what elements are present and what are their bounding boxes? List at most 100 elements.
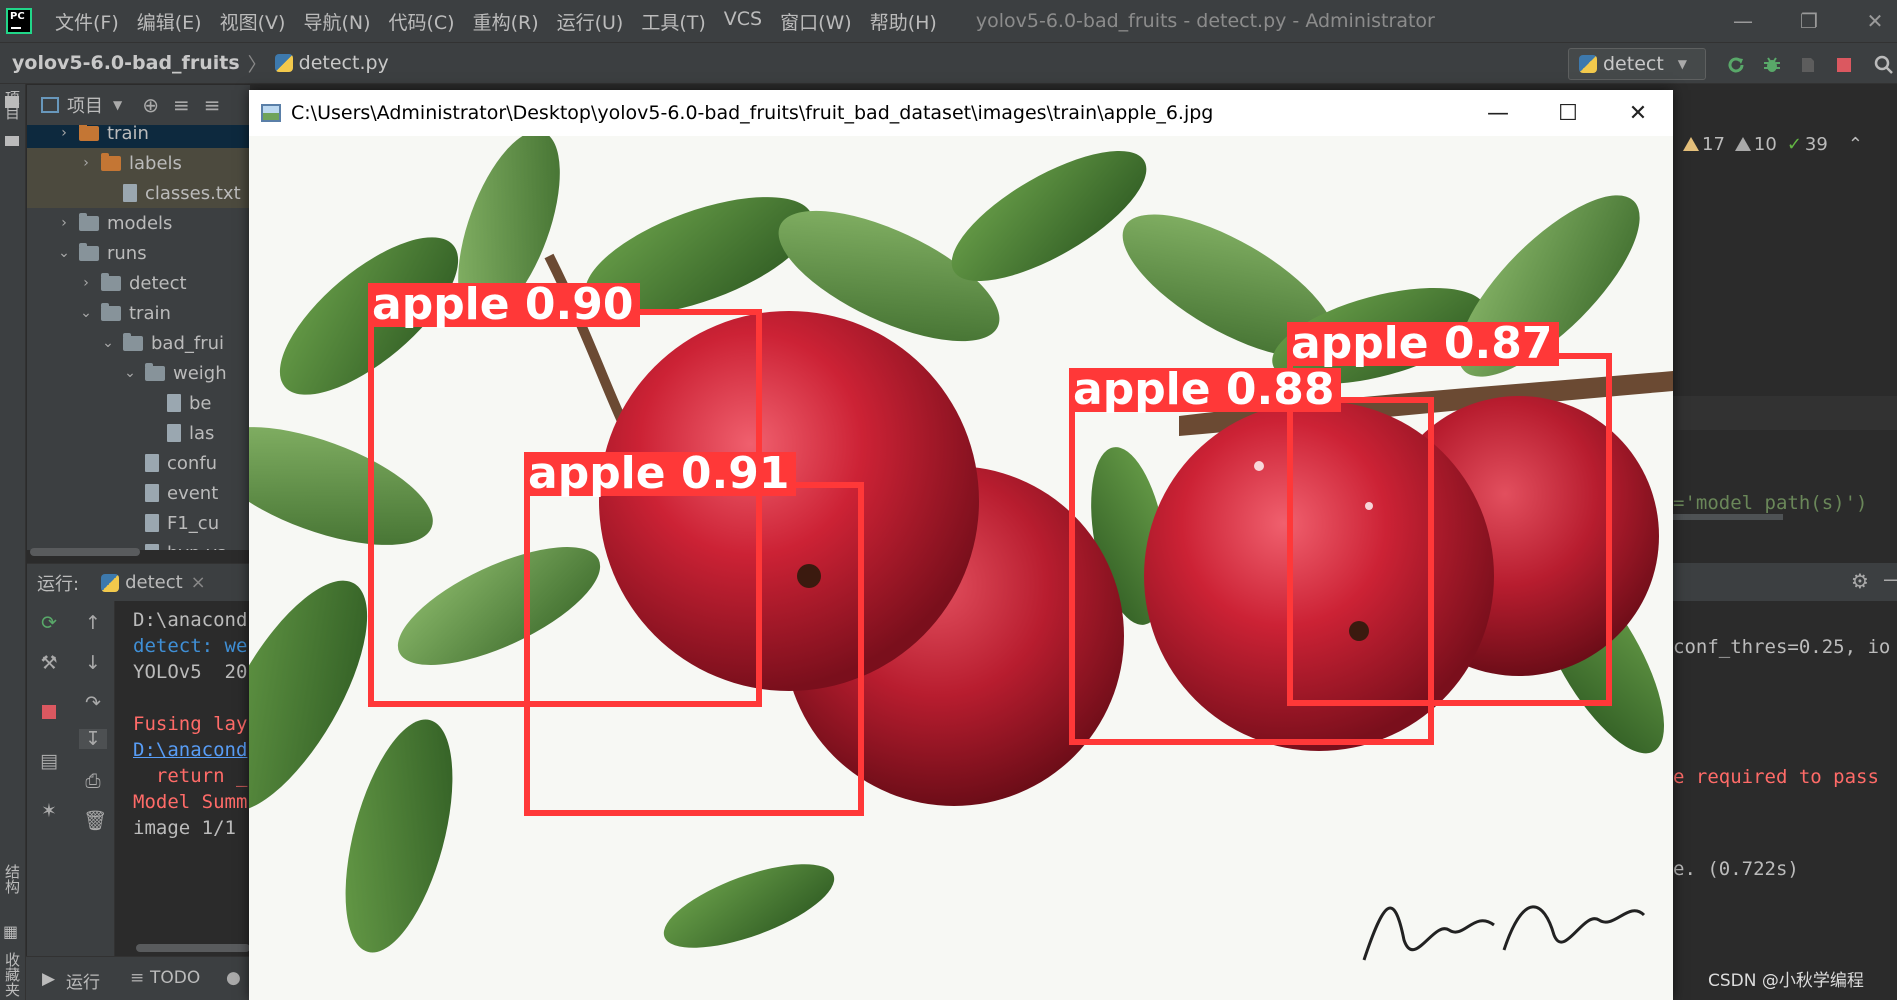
tree-item[interactable]: ⌄ train [27, 298, 250, 328]
weak-warning-icon [1734, 137, 1751, 151]
menu-item[interactable]: 文件(F) [46, 8, 128, 35]
run-tool-icon: ▶ [42, 969, 56, 989]
structure-tool-tab[interactable]: 结构 [2, 864, 23, 894]
close-tab-icon[interactable]: × [191, 572, 206, 593]
tree-item-label: las [189, 422, 215, 444]
breadcrumb-file[interactable]: detect.py [299, 52, 389, 74]
console-line-right: conf_thres=0.25, io [1673, 636, 1891, 658]
tree-item[interactable]: › detect [27, 268, 250, 298]
chevron-down-icon[interactable]: ⌄ [101, 335, 115, 351]
file-icon [145, 454, 159, 472]
image-window-titlebar[interactable]: C:\Users\Administrator\Desktop\yolov5-6.… [249, 90, 1673, 136]
menu-item[interactable]: 编辑(E) [128, 8, 211, 35]
locate-icon[interactable]: ⊕ [142, 93, 159, 117]
chevron-up-icon[interactable]: ⌃ [1848, 134, 1863, 155]
gear-icon[interactable]: ⚙ [1851, 569, 1869, 593]
menu-item[interactable]: 导航(N) [294, 8, 379, 35]
pin-icon[interactable]: ✶ [39, 801, 59, 821]
menu-item[interactable]: 帮助(H) [861, 8, 946, 35]
menu-item[interactable]: 代码(C) [379, 8, 463, 35]
python-file-icon [274, 54, 293, 72]
inspection-widget[interactable]: 17 10 ✓ 39 ⌃ [1683, 134, 1863, 155]
chevron-right-icon[interactable]: › [79, 275, 93, 291]
menu-item[interactable]: VCS [715, 8, 771, 35]
menu-item[interactable]: 窗口(W) [771, 8, 861, 35]
tree-item[interactable]: F1_cu [27, 508, 250, 538]
chevron-down-icon[interactable]: ▼ [113, 98, 122, 112]
scroll-to-end-icon[interactable]: ↧ [79, 729, 107, 749]
run-console[interactable]: D:\anacond detect: we YOLOv5 20 Fusing lay D… [115, 601, 250, 956]
project-tool-tab[interactable]: 项目 [2, 90, 23, 120]
breadcrumb-project[interactable]: yolov5-6.0-bad_fruits [12, 52, 240, 74]
collapse-all-icon[interactable]: ≡ [173, 93, 190, 117]
menu-item[interactable]: 重构(R) [464, 8, 548, 35]
chevron-right-icon[interactable]: › [57, 215, 71, 231]
tree-item[interactable]: ⌄ weigh [27, 358, 250, 388]
coverage-icon[interactable] [1798, 55, 1818, 75]
favorites-tool-tab[interactable]: 收藏夹 [2, 952, 23, 997]
tree-item-label: labels [129, 152, 182, 174]
folder-icon [79, 125, 99, 141]
tree-item[interactable]: confu [27, 448, 250, 478]
project-panel-title[interactable]: 项目 [67, 92, 103, 118]
arrow-down-icon[interactable]: ↓ [83, 653, 103, 673]
restore-icon[interactable]: ❐ [1772, 0, 1846, 42]
warning-count: 17 [1683, 134, 1725, 155]
menu-item[interactable]: 工具(T) [632, 8, 714, 35]
editor-scrollbar[interactable] [1673, 514, 1783, 520]
debug-icon[interactable] [1762, 55, 1782, 75]
left-tool-strip: 项目 结构 收藏夹 ▦ ★ [0, 84, 26, 1000]
tree-item[interactable]: › train [27, 125, 250, 148]
rerun-icon[interactable] [1726, 55, 1746, 75]
chevron-down-icon[interactable]: ⌄ [123, 365, 137, 381]
maximize-icon[interactable]: ☐ [1533, 90, 1603, 136]
hide-icon[interactable]: — [1883, 567, 1897, 591]
tree-item[interactable]: classes.txt [27, 178, 250, 208]
layout-icon[interactable]: ▤ [39, 751, 59, 771]
chevron-down-icon[interactable]: ⌄ [57, 245, 71, 261]
menu-item[interactable]: 运行(U) [548, 8, 633, 35]
file-icon [167, 424, 181, 442]
status-bar: ▶ 运行 ≡ TODO ● [26, 956, 250, 1000]
run-tab-detect[interactable]: detect [125, 572, 183, 593]
tree-item[interactable]: event [27, 478, 250, 508]
tree-item[interactable]: be [27, 388, 250, 418]
tree-item-label: weigh [173, 362, 227, 384]
chevron-right-icon[interactable]: › [79, 155, 93, 171]
run-config-selector[interactable]: detect ▼ [1568, 48, 1706, 80]
rerun-icon[interactable]: ⟳ [39, 613, 59, 633]
chevron-right-icon[interactable]: › [57, 125, 71, 141]
run-config-label: detect [1603, 53, 1664, 75]
run-tool-tab[interactable]: 运行 [66, 968, 100, 993]
arrow-up-icon[interactable]: ↑ [83, 613, 103, 633]
print-icon[interactable]: ⎙ [83, 771, 103, 791]
minimize-icon[interactable]: — [1706, 0, 1780, 42]
image-window-title: C:\Users\Administrator\Desktop\yolov5-6.… [291, 102, 1214, 124]
expand-all-icon[interactable]: ≡ [204, 93, 221, 117]
horizontal-scrollbar[interactable] [30, 548, 140, 556]
minimize-icon[interactable]: — [1463, 90, 1533, 136]
python-file-icon [101, 573, 120, 592]
run-panel-header: 运行: detect × [27, 563, 250, 601]
chevron-down-icon[interactable]: ⌄ [79, 305, 93, 321]
tree-item[interactable]: › models [27, 208, 250, 238]
close-icon[interactable]: ✕ [1603, 90, 1673, 136]
console-scrollbar[interactable] [136, 944, 250, 952]
search-icon[interactable] [1874, 55, 1894, 75]
soft-wrap-icon[interactable]: ↷ [83, 693, 103, 713]
tree-item[interactable]: › labels [27, 148, 250, 178]
console-line[interactable]: D:\anacond [133, 739, 247, 761]
tree-item[interactable]: las [27, 418, 250, 448]
tree-item[interactable]: ⌄ runs [27, 238, 250, 268]
tree-item[interactable]: ⌄ bad_frui [27, 328, 250, 358]
chevron-down-icon: ▼ [1677, 57, 1688, 71]
code-fragment: ='model path(s)') [1673, 492, 1868, 514]
problems-icon: ● [226, 968, 241, 988]
trash-icon[interactable]: 🗑 [83, 811, 107, 831]
menu-item[interactable]: 视图(V) [211, 8, 295, 35]
stop-icon[interactable] [1834, 55, 1854, 75]
todo-tool-tab[interactable]: TODO [150, 968, 200, 988]
close-icon[interactable]: ✕ [1838, 0, 1897, 42]
stop-icon[interactable] [39, 703, 59, 723]
wrench-icon[interactable]: ⚒ [39, 653, 59, 673]
